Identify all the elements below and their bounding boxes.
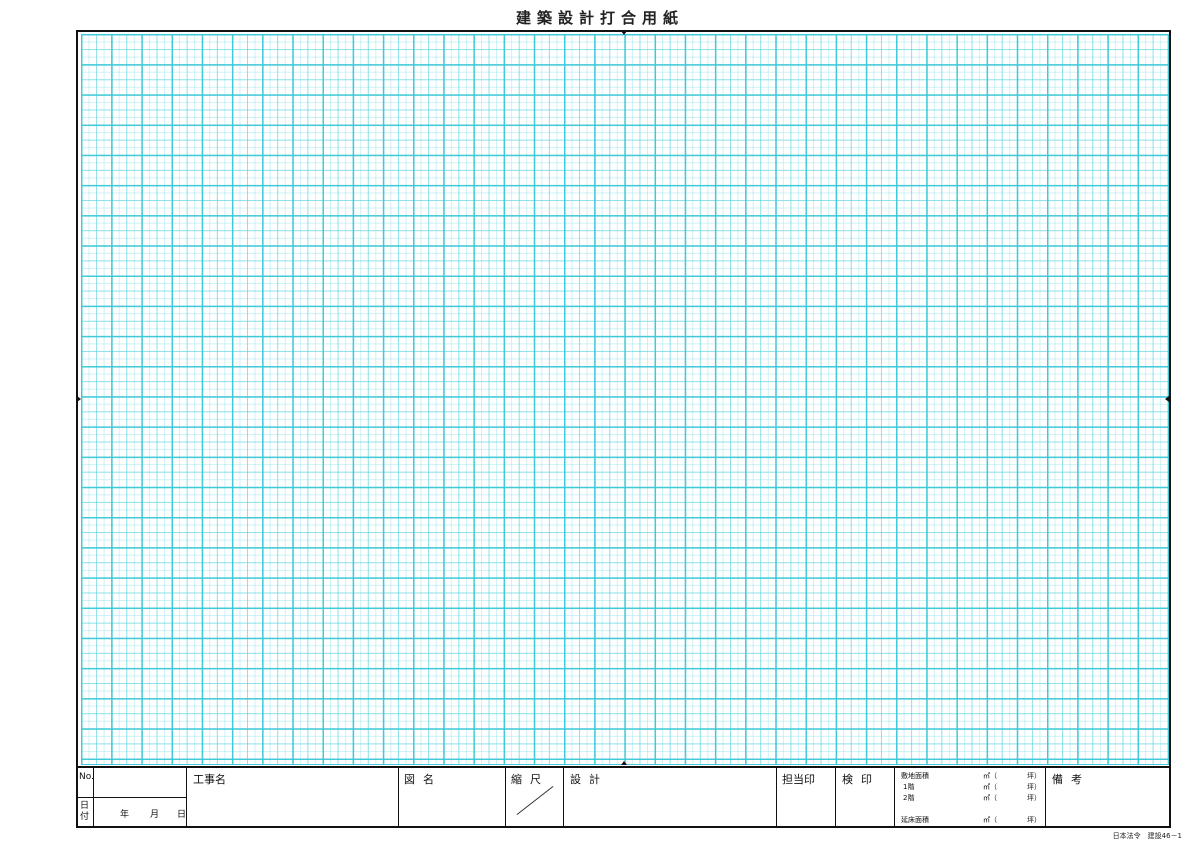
title-block-divider-remarks: [1045, 767, 1046, 827]
project-name-label: 工事名: [193, 773, 226, 786]
title-block-divider-design: [563, 767, 564, 827]
date-day: 日: [177, 810, 187, 820]
center-mark-left: [77, 396, 81, 402]
center-mark-top: [621, 31, 627, 35]
date-label: 日付: [80, 801, 90, 822]
total-floor-label: 延床面積: [901, 816, 929, 824]
total-floor-tsubo: 坪）: [1027, 816, 1041, 824]
remarks-label: 備考: [1052, 773, 1090, 786]
publisher-code: 日本法令 建設46－1: [1112, 832, 1182, 840]
drawing-name-label: 図名: [404, 773, 442, 786]
no-label: No.: [79, 772, 94, 782]
sheet-title: 建築設計打合用紙: [515, 9, 684, 27]
floor2-tsubo: 坪）: [1027, 794, 1041, 802]
center-mark-bottom: [621, 761, 627, 765]
scale-label: 縮尺: [511, 773, 549, 786]
design-label: 設計: [570, 773, 608, 786]
site-area-tsubo: 坪）: [1027, 772, 1041, 780]
title-block-divider-inspection: [835, 767, 836, 827]
person-in-charge-label: 担当印: [782, 773, 815, 786]
title-block-divider-area: [894, 767, 895, 827]
date-month: 月: [150, 810, 160, 820]
floor2-sqm: ㎡（: [983, 794, 997, 802]
title-block-top-border: [76, 766, 1171, 768]
center-mark-right: [1165, 396, 1169, 402]
floor2-label: 2階: [903, 794, 915, 802]
inspection-label: 検印: [842, 773, 880, 786]
floor1-label: 1階: [903, 783, 915, 791]
title-block-divider-scale: [505, 767, 506, 827]
drawing-frame: [76, 30, 1171, 828]
site-area-label: 敷地面積: [901, 772, 929, 780]
title-block-divider-date-row: [76, 797, 187, 798]
title-block-divider-charge: [776, 767, 777, 827]
site-area-sqm: ㎡（: [983, 772, 997, 780]
date-year: 年: [120, 810, 130, 820]
title-block-divider-drawing: [398, 767, 399, 827]
floor1-sqm: ㎡（: [983, 783, 997, 791]
title-block-divider-project: [186, 767, 187, 827]
floor1-tsubo: 坪）: [1027, 783, 1041, 791]
total-floor-sqm: ㎡（: [983, 816, 997, 824]
